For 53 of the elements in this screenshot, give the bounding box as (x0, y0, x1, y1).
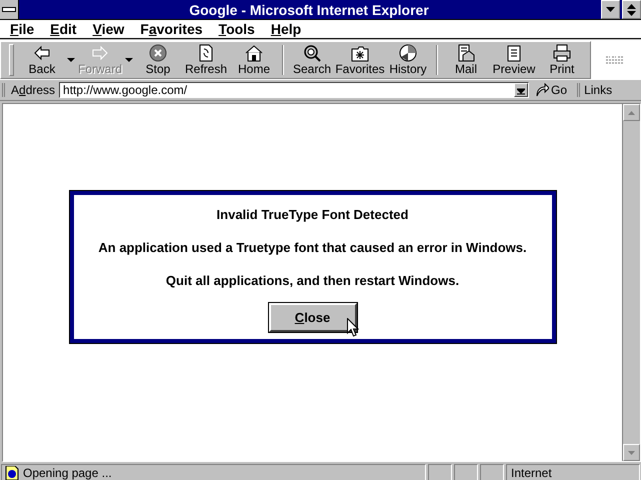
logo-icon (606, 56, 626, 64)
zone-text: Internet (511, 466, 552, 480)
vertical-scrollbar[interactable] (622, 104, 640, 461)
toolbar-button[interactable]: Print (538, 44, 586, 76)
menu-item[interactable]: Favorites (132, 20, 211, 38)
mail-icon (456, 44, 476, 62)
left-arrow-icon (32, 44, 52, 62)
address-field[interactable]: http://www.google.com/ (59, 82, 530, 98)
menu-item[interactable]: View (84, 20, 132, 38)
status-text: Opening page ... (23, 466, 112, 480)
toolbar-button[interactable]: Favorites (336, 44, 384, 76)
dialog-title: Invalid TrueType Font Detected (216, 206, 408, 222)
menu-item[interactable]: Tools (210, 20, 263, 38)
folder-icon (350, 44, 370, 62)
down-triangle-icon (606, 6, 615, 12)
toolbar-button[interactable]: History (384, 44, 432, 76)
dialog-message: An application used a Truetype font that caused an error in Windows. (98, 240, 527, 254)
toolbar-button[interactable]: Stop (134, 44, 182, 76)
status-panel (454, 464, 478, 480)
search-icon (302, 44, 322, 62)
mouse-pointer-icon (346, 318, 358, 336)
right-arrow-icon (90, 44, 110, 62)
scroll-up-button[interactable] (623, 104, 640, 121)
down-arrow-icon (517, 86, 526, 94)
links-button[interactable]: Links (577, 83, 616, 97)
arrow-icon (535, 83, 550, 97)
printer-icon (552, 44, 572, 62)
up-down-triangles-icon (627, 4, 636, 16)
menu-item[interactable]: File (2, 20, 42, 38)
scroll-down-button[interactable] (623, 444, 640, 461)
toolbar-button[interactable]: Refresh (182, 44, 230, 76)
status-panel (428, 464, 452, 480)
dialog-instruction: Quit all applications, and then restart Windows. (166, 272, 460, 288)
go-button[interactable]: Go (529, 83, 574, 97)
toolbar-button[interactable]: Home (230, 44, 278, 76)
menu-item[interactable]: Edit (42, 20, 85, 38)
page-icon (5, 466, 19, 480)
toolbar-button[interactable]: Search (288, 44, 336, 76)
toolbar-button[interactable]: Back (18, 44, 66, 76)
window-title: Google - Microsoft Internet Explorer (188, 2, 430, 18)
caret-icon[interactable] (66, 55, 76, 65)
restore-button[interactable] (622, 0, 641, 19)
toolbar-button[interactable]: Mail (442, 44, 490, 76)
status-panel (480, 464, 504, 480)
house-icon (244, 44, 264, 62)
up-triangle-icon (628, 110, 635, 114)
menu-item[interactable]: Help (262, 20, 310, 38)
stop-icon (148, 44, 168, 62)
minimize-button[interactable] (601, 0, 620, 19)
dropdown-button[interactable] (514, 83, 528, 97)
system-menu-button[interactable] (0, 0, 19, 19)
down-triangle-icon (628, 450, 635, 454)
toolbar-button[interactable]: Preview (490, 44, 538, 76)
